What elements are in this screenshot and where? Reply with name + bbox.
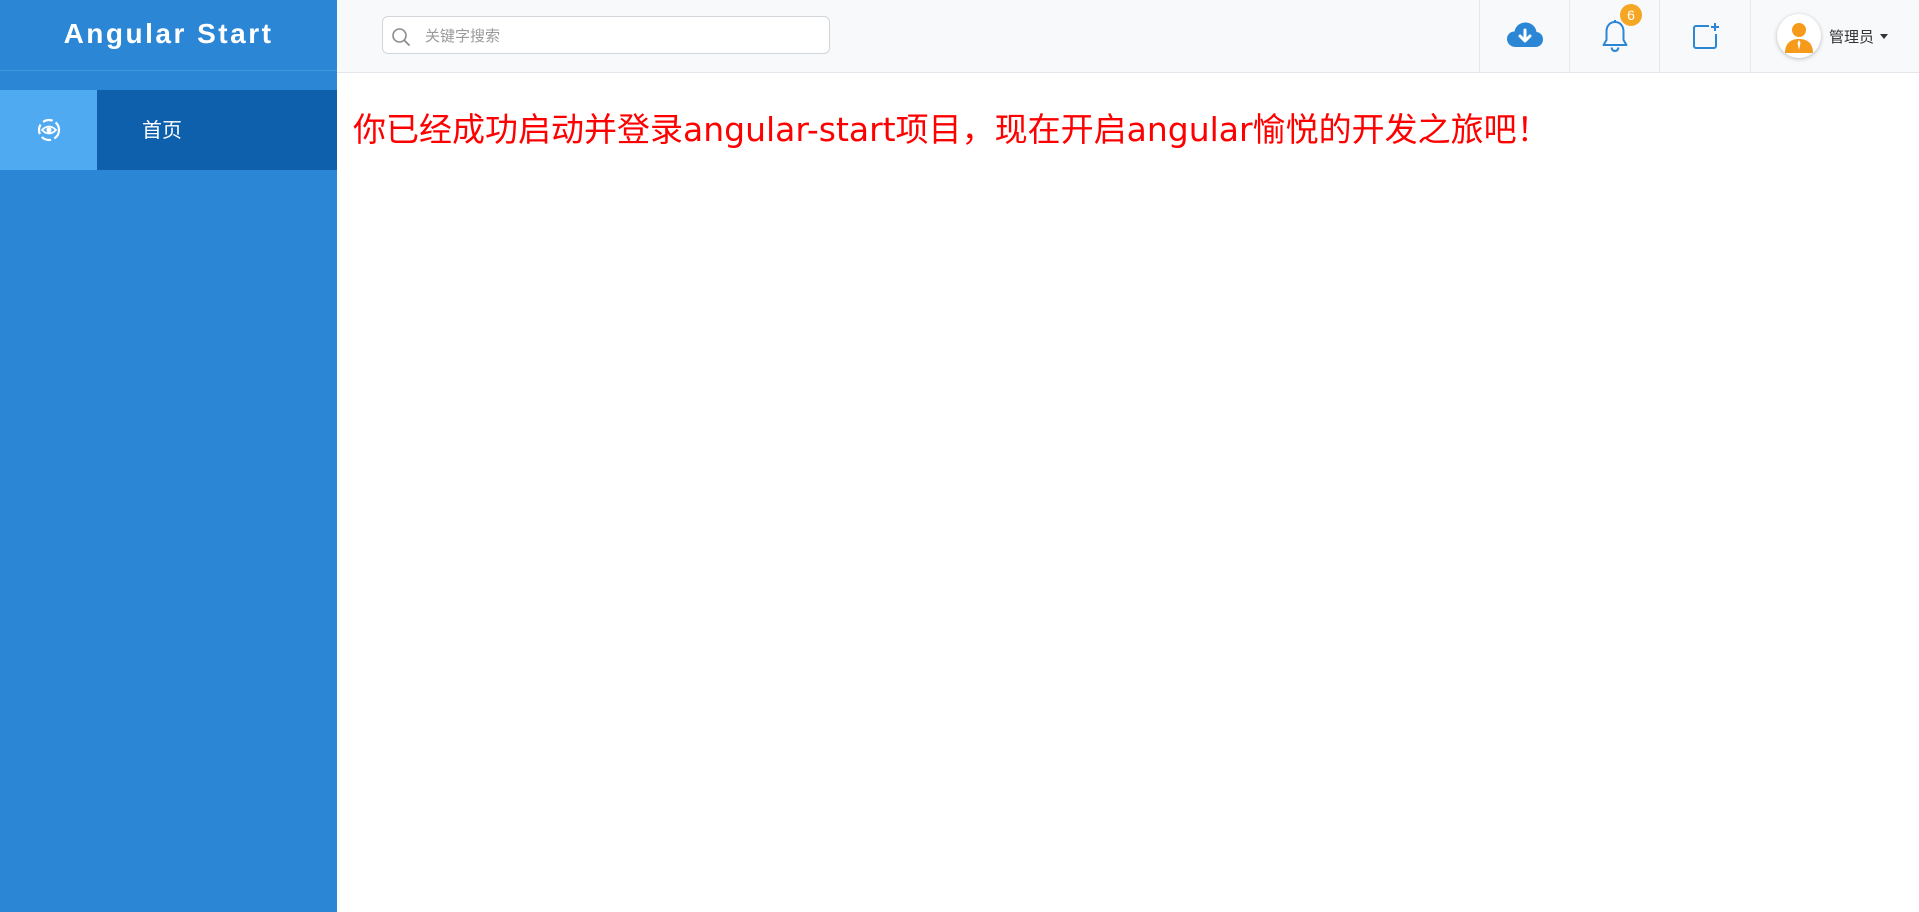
cloud-download-button[interactable]	[1479, 0, 1569, 72]
brand-title[interactable]: Angular Start	[0, 0, 337, 71]
user-avatar-icon	[1785, 23, 1813, 53]
avatar[interactable]	[1777, 14, 1821, 58]
search-icon	[392, 28, 410, 46]
user-name: 管理员	[1829, 27, 1875, 46]
sidebar: Angular Start 首页	[0, 0, 337, 912]
eye-icon	[37, 118, 60, 142]
cloud-download-icon	[1506, 22, 1543, 47]
sidebar-item-label: 首页	[142, 118, 182, 142]
notification-badge: 6	[1620, 4, 1642, 26]
search-input[interactable]	[423, 17, 827, 55]
app-root: Angular Start 首页 关键字搜索 6 管理员 你已经成功启动并登录a…	[0, 0, 1919, 912]
sidebar-item-home[interactable]: 首页	[0, 90, 337, 170]
search-box[interactable]	[382, 16, 830, 55]
sidebar-item-icon-box	[0, 90, 97, 170]
new-window-icon	[1692, 23, 1719, 49]
notifications-button[interactable]: 6	[1569, 0, 1659, 72]
main-content: 你已经成功启动并登录angular-start项目，现在开启angular愉悦的…	[337, 73, 1919, 912]
top-header: 6 管理员	[337, 0, 1919, 73]
caret-down-icon	[1880, 33, 1889, 39]
new-window-button[interactable]	[1659, 0, 1749, 72]
user-menu[interactable]: 管理员	[1750, 0, 1919, 72]
welcome-message: 你已经成功启动并登录angular-start项目，现在开启angular愉悦的…	[353, 110, 1550, 149]
